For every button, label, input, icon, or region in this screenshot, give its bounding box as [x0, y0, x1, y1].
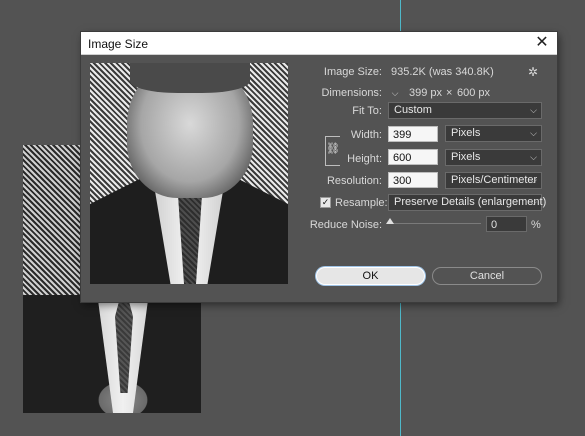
resample-label: Resample:: [335, 197, 388, 209]
dimensions-label: Dimensions:: [321, 87, 382, 99]
reduce-noise-unit: %: [531, 219, 541, 231]
chevron-down-icon: ⌵: [530, 152, 537, 162]
dialog-title: Image Size: [88, 37, 149, 51]
dimensions-width: 399 px: [409, 87, 443, 99]
reduce-noise-input[interactable]: 0: [486, 216, 527, 232]
chevron-down-icon: ⌵: [530, 128, 537, 138]
chevron-down-icon: ⌵: [530, 197, 537, 207]
link-icon[interactable]: ⛓: [326, 139, 340, 159]
close-icon[interactable]: ✕: [533, 34, 551, 52]
height-unit-value: Pixels: [451, 151, 481, 163]
dimensions-separator: ×: [446, 87, 453, 99]
dialog-titlebar[interactable]: Image Size ✕: [81, 32, 557, 55]
preview-hair: [130, 63, 250, 93]
resolution-label: Resolution:: [326, 175, 382, 187]
image-size-label: Image Size:: [323, 66, 382, 78]
reduce-noise-slider-thumb[interactable]: [386, 218, 394, 224]
chevron-down-icon: ⌵: [530, 175, 537, 185]
height-unit-select[interactable]: Pixels ⌵: [445, 149, 542, 166]
reduce-noise-slider-track[interactable]: [389, 223, 481, 224]
resample-select[interactable]: Preserve Details (enlargement) ⌵: [388, 194, 546, 211]
resolution-unit-select[interactable]: Pixels/Centimeter ⌵: [445, 172, 542, 189]
chevron-down-icon[interactable]: ⌵: [389, 87, 401, 99]
chevron-down-icon: ⌵: [530, 105, 537, 115]
fit-to-select[interactable]: Custom ⌵: [388, 102, 542, 119]
reduce-noise-label: Reduce Noise:: [309, 219, 382, 231]
resolution-input[interactable]: 300: [388, 172, 438, 188]
fit-to-label: Fit To:: [352, 105, 382, 117]
width-input[interactable]: 399: [388, 126, 438, 142]
dimensions-height: 600 px: [457, 87, 491, 99]
resolution-unit-value: Pixels/Centimeter: [451, 174, 538, 186]
height-label: Height:: [347, 153, 382, 165]
image-size-value: 935.2K (was 340.8K): [391, 66, 494, 78]
gear-icon[interactable]: ✲: [528, 65, 538, 79]
fit-to-value: Custom: [394, 104, 432, 116]
resample-checkbox[interactable]: ✓: [320, 197, 331, 208]
image-size-dialog: Image Size ✕ Image Size: 935.2K (was 340…: [81, 32, 557, 302]
resample-value: Preserve Details (enlargement): [394, 196, 547, 208]
image-preview[interactable]: [90, 63, 288, 284]
cancel-button[interactable]: Cancel: [432, 267, 542, 285]
width-unit-value: Pixels: [451, 127, 481, 139]
ok-button[interactable]: OK: [316, 267, 425, 285]
width-unit-select[interactable]: Pixels ⌵: [445, 125, 542, 142]
width-label: Width:: [350, 129, 382, 141]
height-input[interactable]: 600: [388, 149, 438, 165]
